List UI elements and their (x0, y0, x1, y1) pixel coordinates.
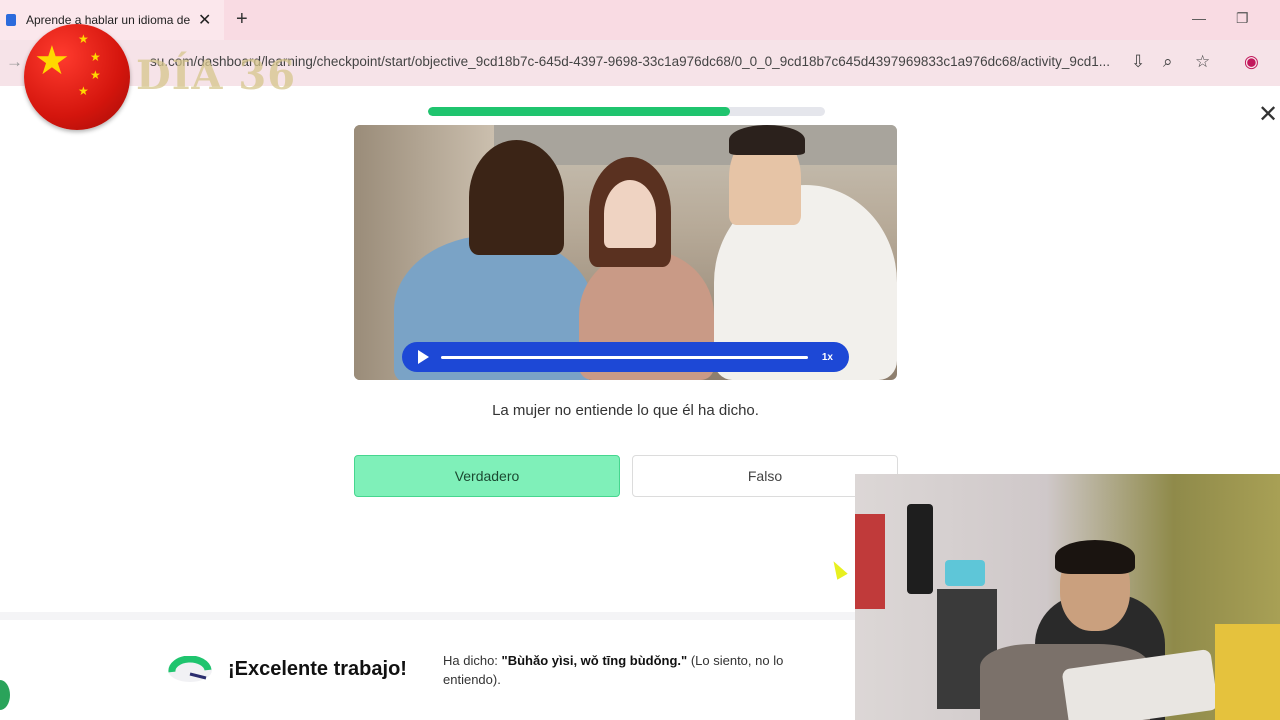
browser-tab[interactable]: Aprende a hablar un idioma de ✕ (0, 0, 224, 40)
playback-speed-button[interactable]: 1x (822, 352, 833, 363)
install-app-icon[interactable]: ⇩ (1131, 52, 1145, 72)
close-lesson-icon[interactable]: ✕ (1258, 100, 1278, 129)
feedback-title: ¡Excelente trabajo! (228, 658, 407, 680)
browser-tab-bar: Aprende a hablar un idioma de ✕ + — ❐ (0, 0, 1280, 40)
feedback-text: Ha dicho: "Bùhǎo yìsi, wǒ tīng bùdǒng." … (443, 651, 833, 689)
minimize-icon[interactable]: — (1192, 10, 1206, 26)
forward-icon[interactable]: → (6, 52, 23, 72)
true-option-button[interactable]: Verdadero (354, 455, 620, 497)
webcam-overlay (855, 474, 1280, 720)
tab-close-icon[interactable]: ✕ (198, 10, 211, 30)
day-label: DÍA 36 (136, 52, 297, 99)
site-favicon-icon (6, 14, 16, 26)
restore-icon[interactable]: ❐ (1236, 10, 1249, 27)
zoom-icon[interactable]: ⌕ (1163, 52, 1173, 72)
profile-icon[interactable]: ◉ (1244, 52, 1259, 72)
audio-player: 1x (402, 342, 849, 372)
bookmark-star-icon[interactable]: ☆ (1195, 52, 1210, 72)
china-flag-icon: ★ ★ ★ ★ ★ (24, 24, 130, 130)
audio-seek-bar[interactable] (441, 355, 808, 359)
question-text: La mujer no entiende lo que él ha dicho. (492, 402, 759, 419)
tab-title: Aprende a hablar un idioma de (26, 13, 190, 27)
lesson-image: 1x (354, 125, 897, 380)
progress-fill (428, 107, 730, 116)
play-icon[interactable] (418, 350, 429, 364)
success-gauge-icon (168, 656, 212, 682)
feedback-prefix: Ha dicho: (443, 653, 502, 668)
mouse-cursor-icon (828, 558, 848, 580)
lesson-progress-bar (428, 107, 825, 116)
feedback-phrase: "Bùhǎo yìsi, wǒ tīng bùdǒng." (501, 653, 688, 668)
new-tab-icon[interactable]: + (236, 8, 248, 31)
